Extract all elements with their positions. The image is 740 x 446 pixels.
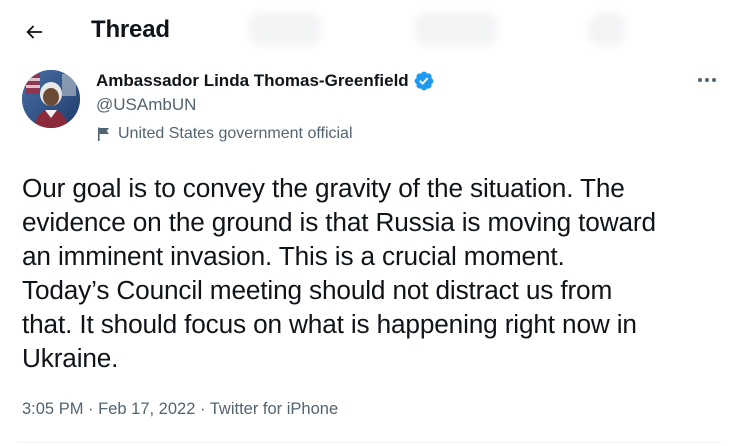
- tweet-source: Twitter for iPhone: [209, 400, 339, 418]
- thread-header: Thread: [0, 0, 740, 62]
- author-name-row[interactable]: Ambassador Linda Thomas-Greenfield: [96, 70, 435, 92]
- page-title: Thread: [91, 16, 170, 43]
- tweet-date[interactable]: Feb 17, 2022: [98, 400, 195, 418]
- tweet-thread-page: Thread Ambassador Linda Thomas-Greenfiel: [0, 0, 740, 446]
- arrow-left-icon: [26, 25, 43, 39]
- blurred-background-shape: [588, 12, 626, 46]
- blurred-background-shape: [414, 12, 498, 46]
- government-label[interactable]: United States government official: [96, 125, 353, 143]
- back-button[interactable]: [14, 12, 54, 52]
- author-handle[interactable]: @USAmbUN: [96, 95, 196, 115]
- meta-separator: ·: [83, 400, 99, 418]
- more-options-button[interactable]: [690, 66, 724, 94]
- avatar[interactable]: [22, 70, 80, 128]
- tweet-time[interactable]: 3:05 PM: [22, 400, 83, 418]
- government-label-text: United States government official: [118, 125, 353, 142]
- more-horizontal-icon: [698, 78, 716, 82]
- avatar-photo: [22, 70, 80, 128]
- blurred-background-shape: [248, 12, 322, 46]
- tweet-text: Our goal is to convey the gravity of the…: [22, 173, 656, 373]
- meta-separator: ·: [195, 400, 210, 418]
- flag-icon: [98, 127, 109, 141]
- divider: [18, 442, 722, 443]
- verified-badge-icon: [414, 71, 434, 91]
- display-name[interactable]: Ambassador Linda Thomas-Greenfield: [96, 71, 409, 91]
- tweet-metadata: 3:05 PM · Feb 17, 2022 · Twitter for iPh…: [22, 400, 338, 419]
